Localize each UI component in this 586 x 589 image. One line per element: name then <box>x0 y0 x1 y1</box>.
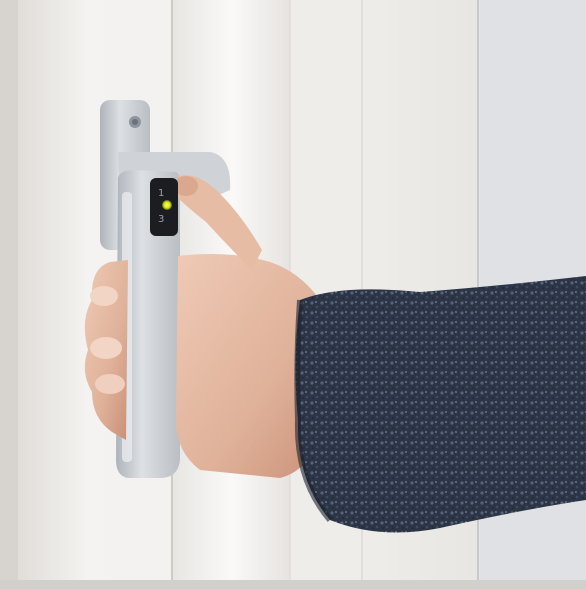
sensor-digit: 1 <box>158 188 164 199</box>
fingerprint-sensor[interactable]: 1 3 <box>150 178 178 236</box>
fingernail <box>90 337 122 359</box>
status-led-icon <box>162 200 172 210</box>
knit-sleeve <box>295 276 586 533</box>
photo: 1 3 <box>0 0 586 589</box>
fingernail <box>95 374 125 394</box>
photo-scene: 1 3 <box>0 0 586 589</box>
left-frame-edge <box>0 0 18 589</box>
fingernail <box>90 286 118 306</box>
sensor-digit: 3 <box>158 214 164 225</box>
